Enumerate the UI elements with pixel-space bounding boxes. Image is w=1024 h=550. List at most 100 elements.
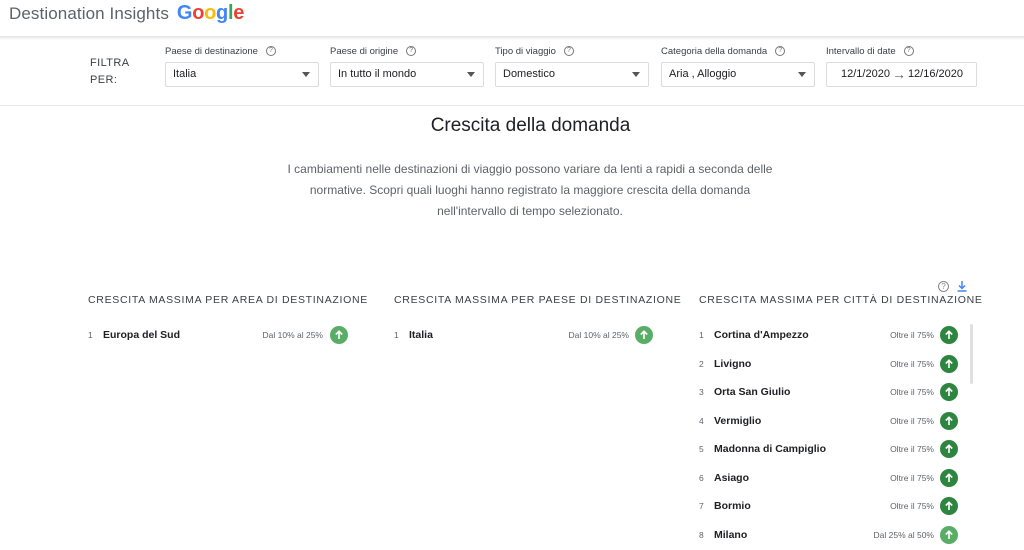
trip-type-filter-label: Tipo di viaggio [495,45,556,57]
growth-range: Oltre il 75% [890,416,934,426]
arrow-up-icon [635,326,653,344]
arrow-up-icon [940,383,958,401]
growth-range: Oltre il 75% [890,444,934,454]
filter-label: FILTRA PER: [90,57,129,86]
city-column: CRESCITA MASSIMA PER CITTÀ DI DESTINAZIO… [699,294,983,544]
growth-range: Oltre il 75% [890,501,934,511]
chevron-down-icon [467,72,475,77]
date-range-filter-label: Intervallo di date [826,45,896,57]
category-filter-label: Categoria della domanda [661,45,768,57]
app-header: Destionation Insights Google [0,0,1024,38]
growth-range: Oltre il 75% [890,387,934,397]
arrow-up-icon [940,469,958,487]
app-title: Destionation Insights [9,4,169,23]
google-logo-letter: G [176,2,193,24]
google-logo-letter: o [192,2,205,24]
category-filter: Categoria della domanda ? Aria , Alloggi… [661,44,815,87]
origin-select-value: In tutto il mondo [338,68,417,80]
country-column-title: CRESCITA MASSIMA PER PAESE DI DESTINAZIO… [394,294,682,306]
destination-name: Vermiglio [714,415,762,427]
trip-type-select[interactable]: Domestico [495,62,649,87]
rank-number: 2 [699,359,704,369]
arrow-up-icon [940,440,958,458]
help-icon[interactable]: ? [903,46,914,56]
arrow-up-icon [940,412,958,430]
destination-name: Europa del Sud [103,329,181,341]
growth-range: Dal 10% al 25% [262,330,323,340]
help-icon[interactable]: ? [265,46,276,56]
date-range-filter: Intervallo di date ? 12/1/2020 → 12/16/2… [826,44,977,87]
arrow-up-icon [940,355,958,373]
date-range-picker[interactable]: 12/1/2020 → 12/16/2020 [826,62,977,87]
google-logo-letter: g [216,2,228,24]
arrow-right-icon: → [891,66,906,82]
rank-number: 1 [394,330,399,340]
list-item[interactable]: 1 Cortina d'Ampezzo Oltre il 75% [699,325,961,345]
page-description: I cambiamenti nelle destinazioni di viag… [287,162,773,218]
list-item[interactable]: 2 Livigno Oltre il 75% [699,354,961,374]
destination-name: Bormio [714,500,751,512]
trip-type-filter: Tipo di viaggio ? Domestico [495,44,649,87]
list-item[interactable]: 4 Vermiglio Oltre il 75% [699,411,961,431]
end-date[interactable]: 12/16/2020 [908,63,963,86]
origin-select[interactable]: In tutto il mondo [330,62,484,87]
rank-number: 3 [699,387,704,397]
arrow-up-icon [940,326,958,344]
destination-filter-label: Paese di destinazione [165,45,258,57]
download-icon[interactable] [956,280,968,292]
growth-range: Oltre il 75% [890,359,934,369]
country-column: CRESCITA MASSIMA PER PAESE DI DESTINAZIO… [394,294,682,344]
destination-name: Milano [714,529,748,541]
category-select[interactable]: Aria , Alloggio [661,62,815,87]
list-item[interactable]: 6 Asiago Oltre il 75% [699,468,961,488]
help-icon[interactable]: ? [938,281,949,292]
chevron-down-icon [632,72,640,77]
start-date[interactable]: 12/1/2020 [841,63,890,86]
google-logo: Google [177,2,244,25]
destination-name: Cortina d'Ampezzo [714,329,809,341]
area-column-title: CRESCITA MASSIMA PER AREA DI DESTINAZION… [88,294,368,306]
destination-name: Orta San Giulio [714,386,791,398]
rank-number: 8 [699,530,704,540]
list-item[interactable]: 8 Milano Dal 25% al 50% [699,525,961,545]
growth-range: Oltre il 75% [890,330,934,340]
rank-number: 1 [88,330,93,340]
help-icon[interactable]: ? [775,46,786,56]
growth-range: Dal 10% al 25% [568,330,629,340]
area-column: CRESCITA MASSIMA PER AREA DI DESTINAZION… [88,294,368,344]
list-item[interactable]: 7 Bormio Oltre il 75% [699,496,961,516]
growth-range: Dal 25% al 50% [873,530,934,540]
google-logo-letter: o [204,2,217,24]
help-icon[interactable]: ? [563,46,574,56]
destination-select[interactable]: Italia [165,62,319,87]
list-item[interactable]: 1 Italia Dal 10% al 25% [394,325,656,345]
origin-filter: Paese di origine ? In tutto il mondo [330,44,484,87]
destination-name: Madonna di Campiglio [714,443,826,455]
city-column-title: CRESCITA MASSIMA PER CITTÀ DI DESTINAZIO… [699,294,983,306]
origin-filter-label: Paese di origine [330,45,399,57]
scrollbar[interactable] [970,324,973,384]
rank-number: 5 [699,444,704,454]
destination-name: Italia [409,329,433,341]
rank-number: 1 [699,330,704,340]
arrow-up-icon [940,497,958,515]
trip-type-select-value: Domestico [503,68,555,80]
destination-name: Livigno [714,358,752,370]
brand: Destionation Insights Google [9,2,244,24]
filter-bar: FILTRA PER: Paese di destinazione ? Ital… [0,38,1024,106]
list-item[interactable]: 5 Madonna di Campiglio Oltre il 75% [699,439,961,459]
help-icon[interactable]: ? [406,46,417,56]
chevron-down-icon [798,72,806,77]
category-select-value: Aria , Alloggio [669,68,737,80]
page-title: Crescita della domanda [430,115,631,136]
rank-number: 4 [699,416,704,426]
rank-number: 7 [699,501,704,511]
arrow-up-icon [940,526,958,544]
destination-filter: Paese di destinazione ? Italia [165,44,319,87]
list-item[interactable]: 1 Europa del Sud Dal 10% al 25% [88,325,350,345]
list-item[interactable]: 3 Orta San Giulio Oltre il 75% [699,382,961,402]
destination-select-value: Italia [173,68,197,80]
rank-number: 6 [699,473,704,483]
destination-name: Asiago [714,472,750,484]
chevron-down-icon [302,72,310,77]
